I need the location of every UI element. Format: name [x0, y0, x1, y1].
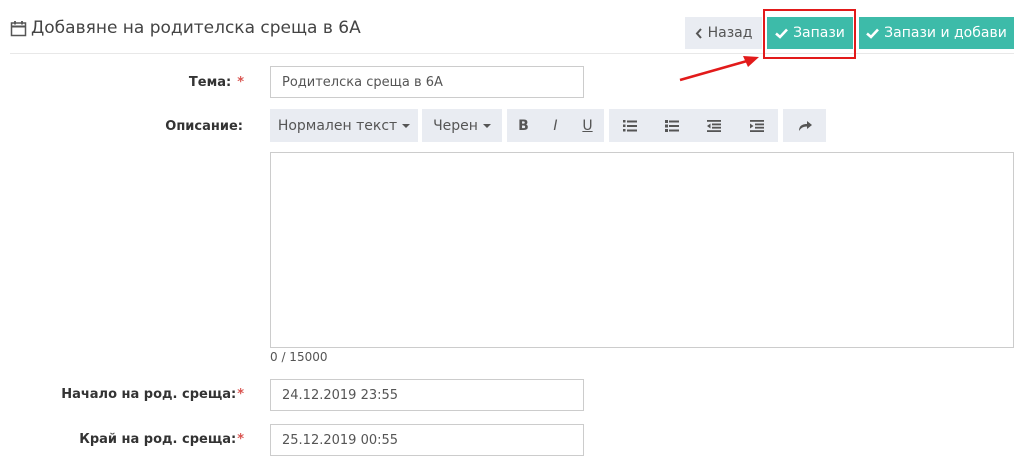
bold-button[interactable]: B — [507, 109, 540, 142]
outdent-button[interactable] — [693, 109, 735, 142]
ordered-list-button[interactable] — [609, 109, 651, 142]
annotation-arrow — [679, 56, 759, 82]
annotation-highlight-box — [763, 9, 856, 59]
page-title: Добавяне на родителска среща в 6А — [31, 18, 361, 38]
redo-button[interactable] — [783, 109, 826, 142]
end-datetime-input[interactable]: 25.12.2019 00:55 — [270, 424, 584, 456]
color-dropdown[interactable]: Черен — [422, 109, 502, 142]
back-button-label: Назад — [707, 25, 753, 41]
list-button-group — [609, 109, 778, 142]
unordered-list-icon — [665, 119, 679, 132]
indent-icon — [749, 119, 764, 132]
start-label: Начало на род. среща:* — [61, 387, 244, 402]
unordered-list-button[interactable] — [651, 109, 693, 142]
topic-input[interactable]: Родителска среща в 6А — [270, 66, 584, 98]
chevron-left-icon — [695, 27, 702, 39]
outdent-icon — [707, 119, 721, 132]
calendar-icon — [10, 20, 27, 36]
format-button-group: B I U — [507, 109, 604, 142]
ordered-list-icon — [623, 119, 637, 131]
page-header: Добавяне на родителска среща в 6А — [10, 18, 361, 38]
text-style-dropdown[interactable]: Нормален текст — [270, 109, 418, 142]
caret-down-icon — [482, 123, 491, 128]
save-and-add-button-label: Запази и добави — [884, 25, 1007, 41]
indent-button[interactable] — [735, 109, 778, 142]
end-label: Край на род. среща:* — [79, 432, 244, 447]
back-button[interactable]: Назад — [685, 17, 762, 49]
header-divider — [10, 53, 1014, 54]
caret-down-icon — [402, 123, 411, 128]
redo-icon — [798, 120, 812, 131]
italic-button[interactable]: I — [540, 109, 571, 142]
description-editor[interactable] — [270, 152, 1014, 348]
start-datetime-input[interactable]: 24.12.2019 23:55 — [270, 379, 584, 411]
character-counter: 0 / 15000 — [270, 350, 328, 364]
underline-button[interactable]: U — [571, 109, 604, 142]
check-icon — [866, 28, 880, 39]
description-label: Описание: — [165, 119, 243, 134]
topic-label: Тема: * — [188, 75, 244, 90]
save-and-add-button[interactable]: Запази и добави — [859, 17, 1014, 49]
